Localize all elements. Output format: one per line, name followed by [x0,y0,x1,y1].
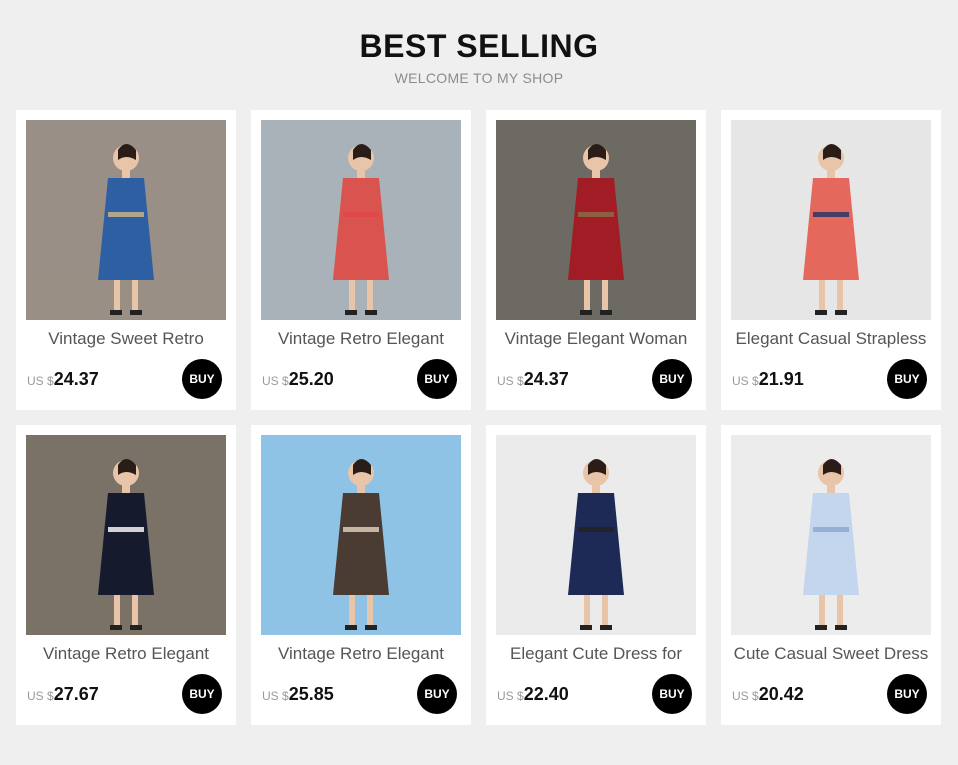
price-currency: US $ [27,374,54,388]
price-currency: US $ [497,374,524,388]
price-currency: US $ [262,374,289,388]
price-amount: 20.42 [758,684,804,704]
price-amount: 24.37 [523,369,569,389]
product-card[interactable]: Vintage Retro Elegant US $25.85 BUY [251,425,471,725]
product-name[interactable]: Vintage Retro Elegant [255,329,467,349]
product-photo [496,120,696,320]
product-price: US $24.37 [27,369,99,390]
product-card[interactable]: Vintage Retro Elegant US $25.20 BUY [251,110,471,410]
product-photo [261,435,461,635]
product-image[interactable] [496,120,696,320]
price-amount: 21.91 [758,369,804,389]
product-price: US $21.91 [732,369,804,390]
buy-button[interactable]: BUY [652,674,692,714]
product-price: US $27.67 [27,684,99,705]
product-photo [496,435,696,635]
price-amount: 27.67 [53,684,99,704]
product-name[interactable]: Cute Casual Sweet Dress [725,644,937,664]
product-price: US $25.20 [262,369,334,390]
price-amount: 25.20 [288,369,334,389]
product-image[interactable] [261,435,461,635]
section-title: BEST SELLING [359,28,599,64]
product-image[interactable] [731,120,931,320]
price-amount: 25.85 [288,684,334,704]
buy-button[interactable]: BUY [182,674,222,714]
product-price: US $20.42 [732,684,804,705]
product-name[interactable]: Vintage Retro Elegant [20,644,232,664]
price-currency: US $ [497,689,524,703]
buy-button[interactable]: BUY [652,359,692,399]
product-name[interactable]: Vintage Elegant Woman [490,329,702,349]
product-image[interactable] [26,120,226,320]
product-photo [731,120,931,320]
section-subtitle: WELCOME TO MY SHOP [394,70,564,86]
product-price: US $24.37 [497,369,569,390]
product-image[interactable] [26,435,226,635]
product-name[interactable]: Elegant Casual Strapless [725,329,937,349]
price-currency: US $ [27,689,54,703]
product-card[interactable]: Elegant Casual Strapless US $21.91 BUY [721,110,941,410]
product-photo [731,435,931,635]
product-photo [26,120,226,320]
product-price: US $22.40 [497,684,569,705]
product-image[interactable] [731,435,931,635]
product-card[interactable]: Vintage Elegant Woman US $24.37 BUY [486,110,706,410]
price-amount: 22.40 [523,684,569,704]
product-image[interactable] [496,435,696,635]
product-name[interactable]: Elegant Cute Dress for [490,644,702,664]
product-card[interactable]: Cute Casual Sweet Dress US $20.42 BUY [721,425,941,725]
buy-button[interactable]: BUY [417,359,457,399]
buy-button[interactable]: BUY [417,674,457,714]
buy-button[interactable]: BUY [182,359,222,399]
product-name[interactable]: Vintage Retro Elegant [255,644,467,664]
buy-button[interactable]: BUY [887,359,927,399]
buy-button[interactable]: BUY [887,674,927,714]
product-price: US $25.85 [262,684,334,705]
product-card[interactable]: Elegant Cute Dress for US $22.40 BUY [486,425,706,725]
price-amount: 24.37 [53,369,99,389]
product-card[interactable]: Vintage Sweet Retro US $24.37 BUY [16,110,236,410]
price-currency: US $ [262,689,289,703]
price-currency: US $ [732,374,759,388]
product-image[interactable] [261,120,461,320]
product-card[interactable]: Vintage Retro Elegant US $27.67 BUY [16,425,236,725]
price-currency: US $ [732,689,759,703]
product-name[interactable]: Vintage Sweet Retro [20,329,232,349]
product-photo [261,120,461,320]
product-photo [26,435,226,635]
